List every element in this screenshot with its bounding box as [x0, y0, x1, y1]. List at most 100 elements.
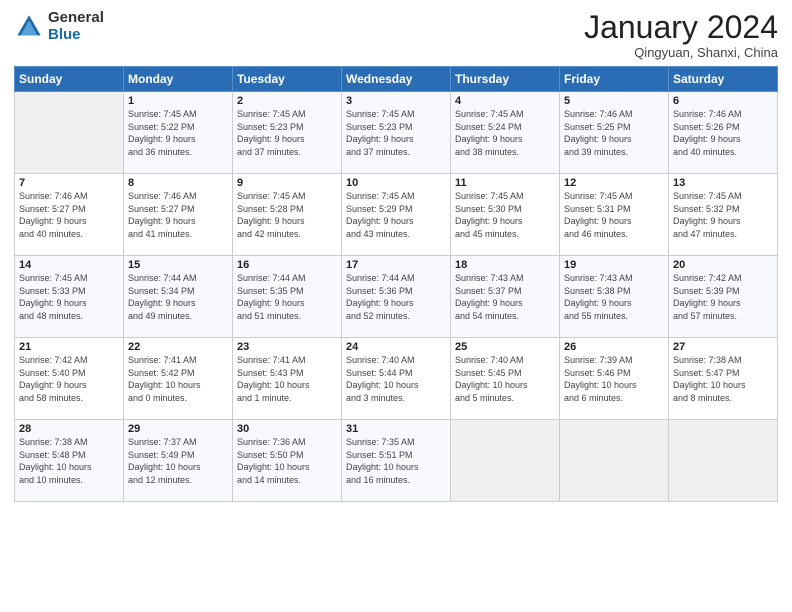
day-info: Sunrise: 7:45 AM Sunset: 5:32 PM Dayligh… — [673, 190, 773, 240]
day-info: Sunrise: 7:38 AM Sunset: 5:48 PM Dayligh… — [19, 436, 119, 486]
day-info: Sunrise: 7:45 AM Sunset: 5:22 PM Dayligh… — [128, 108, 228, 158]
table-row: 31Sunrise: 7:35 AM Sunset: 5:51 PM Dayli… — [342, 420, 451, 502]
day-number: 9 — [237, 177, 337, 189]
header: General Blue January 2024 Qingyuan, Shan… — [14, 10, 778, 60]
day-number: 15 — [128, 259, 228, 271]
col-saturday: Saturday — [669, 67, 778, 92]
day-number: 1 — [128, 95, 228, 107]
table-row: 15Sunrise: 7:44 AM Sunset: 5:34 PM Dayli… — [124, 256, 233, 338]
day-info: Sunrise: 7:44 AM Sunset: 5:34 PM Dayligh… — [128, 272, 228, 322]
table-row: 24Sunrise: 7:40 AM Sunset: 5:44 PM Dayli… — [342, 338, 451, 420]
calendar: Sunday Monday Tuesday Wednesday Thursday… — [14, 66, 778, 502]
table-row — [560, 420, 669, 502]
day-info: Sunrise: 7:45 AM Sunset: 5:28 PM Dayligh… — [237, 190, 337, 240]
table-row: 11Sunrise: 7:45 AM Sunset: 5:30 PM Dayli… — [451, 174, 560, 256]
day-info: Sunrise: 7:40 AM Sunset: 5:44 PM Dayligh… — [346, 354, 446, 404]
table-row: 5Sunrise: 7:46 AM Sunset: 5:25 PM Daylig… — [560, 92, 669, 174]
day-number: 7 — [19, 177, 119, 189]
day-info: Sunrise: 7:44 AM Sunset: 5:36 PM Dayligh… — [346, 272, 446, 322]
day-info: Sunrise: 7:41 AM Sunset: 5:42 PM Dayligh… — [128, 354, 228, 404]
table-row: 17Sunrise: 7:44 AM Sunset: 5:36 PM Dayli… — [342, 256, 451, 338]
table-row: 27Sunrise: 7:38 AM Sunset: 5:47 PM Dayli… — [669, 338, 778, 420]
title-block: January 2024 Qingyuan, Shanxi, China — [584, 10, 778, 60]
day-info: Sunrise: 7:43 AM Sunset: 5:38 PM Dayligh… — [564, 272, 664, 322]
day-info: Sunrise: 7:45 AM Sunset: 5:23 PM Dayligh… — [346, 108, 446, 158]
day-number: 26 — [564, 341, 664, 353]
table-row — [669, 420, 778, 502]
col-friday: Friday — [560, 67, 669, 92]
col-wednesday: Wednesday — [342, 67, 451, 92]
day-info: Sunrise: 7:45 AM Sunset: 5:30 PM Dayligh… — [455, 190, 555, 240]
day-number: 17 — [346, 259, 446, 271]
day-info: Sunrise: 7:45 AM Sunset: 5:33 PM Dayligh… — [19, 272, 119, 322]
table-row: 22Sunrise: 7:41 AM Sunset: 5:42 PM Dayli… — [124, 338, 233, 420]
table-row: 25Sunrise: 7:40 AM Sunset: 5:45 PM Dayli… — [451, 338, 560, 420]
table-row — [15, 92, 124, 174]
table-row: 20Sunrise: 7:42 AM Sunset: 5:39 PM Dayli… — [669, 256, 778, 338]
table-row: 21Sunrise: 7:42 AM Sunset: 5:40 PM Dayli… — [15, 338, 124, 420]
logo-general: General — [48, 10, 104, 27]
col-monday: Monday — [124, 67, 233, 92]
day-info: Sunrise: 7:41 AM Sunset: 5:43 PM Dayligh… — [237, 354, 337, 404]
day-number: 23 — [237, 341, 337, 353]
logo: General Blue — [14, 10, 104, 43]
day-info: Sunrise: 7:42 AM Sunset: 5:39 PM Dayligh… — [673, 272, 773, 322]
day-info: Sunrise: 7:42 AM Sunset: 5:40 PM Dayligh… — [19, 354, 119, 404]
day-info: Sunrise: 7:45 AM Sunset: 5:23 PM Dayligh… — [237, 108, 337, 158]
day-number: 8 — [128, 177, 228, 189]
day-info: Sunrise: 7:45 AM Sunset: 5:24 PM Dayligh… — [455, 108, 555, 158]
day-info: Sunrise: 7:36 AM Sunset: 5:50 PM Dayligh… — [237, 436, 337, 486]
table-row: 12Sunrise: 7:45 AM Sunset: 5:31 PM Dayli… — [560, 174, 669, 256]
day-number: 25 — [455, 341, 555, 353]
day-number: 20 — [673, 259, 773, 271]
table-row: 2Sunrise: 7:45 AM Sunset: 5:23 PM Daylig… — [233, 92, 342, 174]
table-row: 10Sunrise: 7:45 AM Sunset: 5:29 PM Dayli… — [342, 174, 451, 256]
day-number: 18 — [455, 259, 555, 271]
logo-blue: Blue — [48, 27, 104, 44]
day-number: 28 — [19, 423, 119, 435]
day-info: Sunrise: 7:46 AM Sunset: 5:25 PM Dayligh… — [564, 108, 664, 158]
day-number: 12 — [564, 177, 664, 189]
day-number: 30 — [237, 423, 337, 435]
day-number: 5 — [564, 95, 664, 107]
day-info: Sunrise: 7:44 AM Sunset: 5:35 PM Dayligh… — [237, 272, 337, 322]
day-info: Sunrise: 7:46 AM Sunset: 5:26 PM Dayligh… — [673, 108, 773, 158]
day-number: 22 — [128, 341, 228, 353]
table-row: 13Sunrise: 7:45 AM Sunset: 5:32 PM Dayli… — [669, 174, 778, 256]
day-number: 21 — [19, 341, 119, 353]
table-row: 14Sunrise: 7:45 AM Sunset: 5:33 PM Dayli… — [15, 256, 124, 338]
day-info: Sunrise: 7:38 AM Sunset: 5:47 PM Dayligh… — [673, 354, 773, 404]
table-row: 1Sunrise: 7:45 AM Sunset: 5:22 PM Daylig… — [124, 92, 233, 174]
table-row: 3Sunrise: 7:45 AM Sunset: 5:23 PM Daylig… — [342, 92, 451, 174]
day-number: 3 — [346, 95, 446, 107]
day-number: 2 — [237, 95, 337, 107]
day-info: Sunrise: 7:46 AM Sunset: 5:27 PM Dayligh… — [19, 190, 119, 240]
table-row: 23Sunrise: 7:41 AM Sunset: 5:43 PM Dayli… — [233, 338, 342, 420]
table-row: 6Sunrise: 7:46 AM Sunset: 5:26 PM Daylig… — [669, 92, 778, 174]
month-title: January 2024 — [584, 10, 778, 45]
day-info: Sunrise: 7:37 AM Sunset: 5:49 PM Dayligh… — [128, 436, 228, 486]
table-row: 9Sunrise: 7:45 AM Sunset: 5:28 PM Daylig… — [233, 174, 342, 256]
day-number: 31 — [346, 423, 446, 435]
day-number: 29 — [128, 423, 228, 435]
day-number: 24 — [346, 341, 446, 353]
day-info: Sunrise: 7:45 AM Sunset: 5:31 PM Dayligh… — [564, 190, 664, 240]
day-info: Sunrise: 7:39 AM Sunset: 5:46 PM Dayligh… — [564, 354, 664, 404]
table-row: 18Sunrise: 7:43 AM Sunset: 5:37 PM Dayli… — [451, 256, 560, 338]
table-row: 28Sunrise: 7:38 AM Sunset: 5:48 PM Dayli… — [15, 420, 124, 502]
day-number: 4 — [455, 95, 555, 107]
table-row: 26Sunrise: 7:39 AM Sunset: 5:46 PM Dayli… — [560, 338, 669, 420]
table-row: 19Sunrise: 7:43 AM Sunset: 5:38 PM Dayli… — [560, 256, 669, 338]
logo-text: General Blue — [48, 10, 104, 43]
day-number: 19 — [564, 259, 664, 271]
day-number: 6 — [673, 95, 773, 107]
table-row: 30Sunrise: 7:36 AM Sunset: 5:50 PM Dayli… — [233, 420, 342, 502]
col-thursday: Thursday — [451, 67, 560, 92]
day-number: 11 — [455, 177, 555, 189]
day-number: 14 — [19, 259, 119, 271]
table-row: 7Sunrise: 7:46 AM Sunset: 5:27 PM Daylig… — [15, 174, 124, 256]
table-row: 8Sunrise: 7:46 AM Sunset: 5:27 PM Daylig… — [124, 174, 233, 256]
day-info: Sunrise: 7:40 AM Sunset: 5:45 PM Dayligh… — [455, 354, 555, 404]
day-number: 10 — [346, 177, 446, 189]
day-info: Sunrise: 7:45 AM Sunset: 5:29 PM Dayligh… — [346, 190, 446, 240]
